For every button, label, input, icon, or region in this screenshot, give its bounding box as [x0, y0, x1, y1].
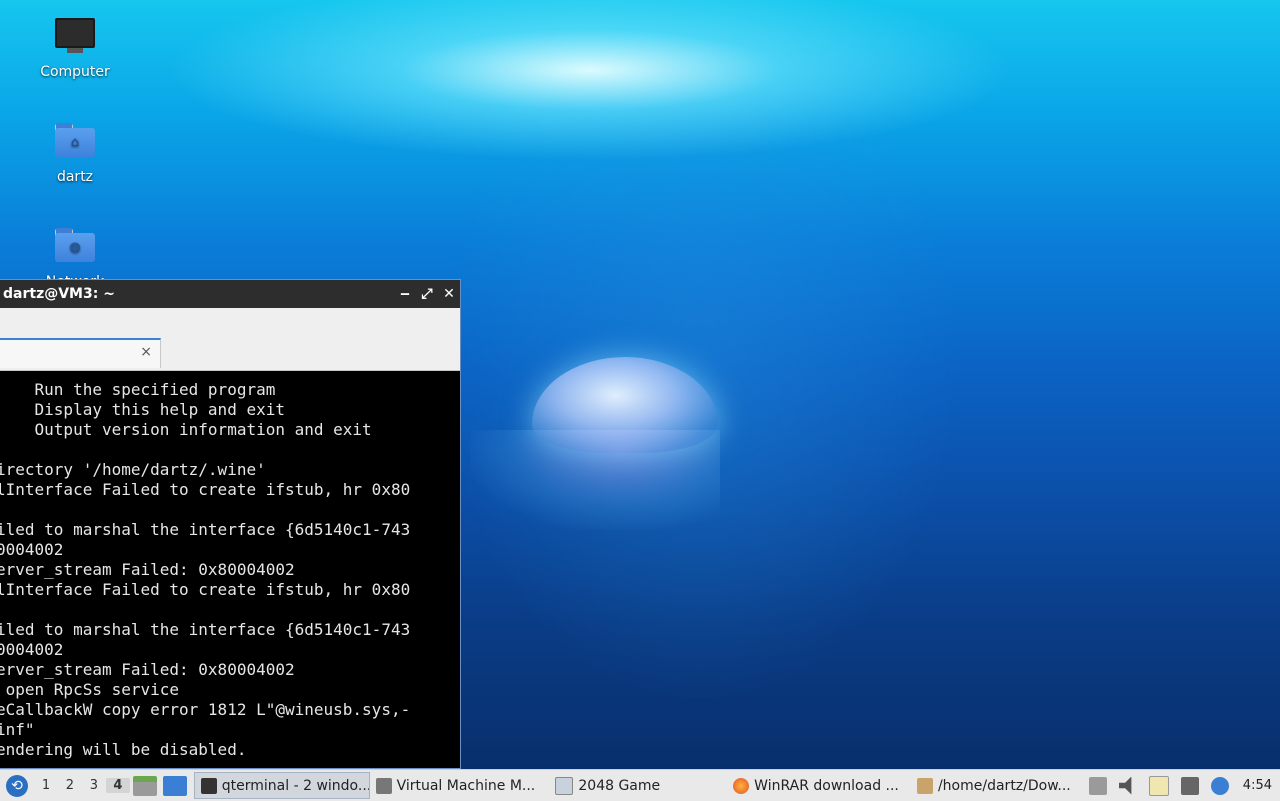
task-label: qterminal - 2 windo... — [221, 777, 370, 794]
workspace-1[interactable]: 1 — [34, 778, 58, 793]
terminal-line: 0004002 — [0, 640, 64, 659]
volume-icon[interactable] — [1118, 776, 1132, 795]
terminal-line: iled to marshal the interface {6d5140c1-… — [0, 620, 411, 639]
taskbar: ⟲ 1 2 3 4 qterminal - 2 windo... Virtual… — [0, 769, 1280, 801]
task-virtual-machine-manager[interactable]: Virtual Machine M... — [370, 772, 550, 799]
desktop-icon-computer[interactable]: Computer — [20, 18, 130, 80]
desktop-icon-home[interactable]: ⌂ dartz — [20, 123, 130, 185]
task-firefox-winrar[interactable]: WinRAR download ... — [727, 772, 911, 799]
task-label: Virtual Machine M... — [396, 777, 536, 794]
tab-close-icon[interactable]: × — [140, 344, 152, 360]
workspace-4[interactable]: 4 — [105, 778, 130, 793]
task-label: WinRAR download ... — [754, 777, 899, 794]
terminal-line: lInterface Failed to create ifstub, hr 0… — [0, 580, 411, 599]
terminal-window[interactable]: dartz@VM3: ~ ‒ ⤢ ✕ × Run the specified p… — [0, 279, 461, 769]
update-notifier-icon[interactable] — [1210, 776, 1229, 795]
terminal-line: Display this help and exit — [0, 400, 285, 419]
task-label: 2048 Game — [578, 777, 661, 794]
minimize-button[interactable]: ‒ — [394, 286, 416, 302]
system-tray: 4:54 — [1083, 775, 1280, 796]
close-button[interactable]: ✕ — [438, 286, 460, 302]
virt-manager-icon — [375, 777, 392, 794]
task-file-manager[interactable]: /home/dartz/Dow... — [911, 772, 1083, 799]
terminal-line: Output version information and exit — [0, 420, 372, 439]
terminal-line: open RpcSs service — [0, 680, 180, 699]
clipboard-icon[interactable] — [1148, 775, 1169, 796]
workspace-2[interactable]: 2 — [58, 778, 82, 793]
home-folder-icon: ⌂ — [53, 123, 97, 163]
terminal-line: lInterface Failed to create ifstub, hr 0… — [0, 480, 411, 499]
task-label: /home/dartz/Dow... — [937, 777, 1071, 794]
clock[interactable]: 4:54 — [1243, 778, 1272, 793]
terminal-line: erver_stream Failed: 0x80004002 — [0, 660, 295, 679]
computer-icon — [53, 18, 97, 58]
terminal-line: inf" — [0, 720, 35, 739]
terminal-output[interactable]: Run the specified program Display this h… — [0, 371, 460, 760]
network-icon[interactable] — [1180, 776, 1199, 795]
desktop-icon-label: dartz — [56, 169, 94, 185]
tab-strip: × — [0, 308, 460, 371]
firefox-icon — [733, 777, 750, 794]
terminal-icon — [200, 777, 217, 794]
terminal-line: iled to marshal the interface {6d5140c1-… — [0, 520, 411, 539]
maximize-button[interactable]: ⤢ — [416, 286, 438, 302]
terminal-line: erver_stream Failed: 0x80004002 — [0, 560, 295, 579]
desktop-icon-label: Computer — [40, 64, 110, 80]
terminal-tab[interactable]: × — [0, 338, 161, 368]
folder-icon — [916, 777, 933, 794]
window-titlebar[interactable]: dartz@VM3: ~ ‒ ⤢ ✕ — [0, 280, 460, 308]
terminal-line: endering will be disabled. — [0, 740, 247, 759]
eject-icon[interactable] — [1088, 776, 1107, 795]
start-menu-icon[interactable]: ⟲ — [6, 774, 28, 797]
wallpaper-jellyfish — [532, 357, 718, 453]
terminal-line: Run the specified program — [0, 380, 276, 399]
terminal-line: eCallbackW copy error 1812 L"@wineusb.sy… — [0, 700, 411, 719]
terminal-line: 0004002 — [0, 540, 64, 559]
window-icon — [555, 776, 574, 795]
network-folder-icon: ◍ — [53, 228, 97, 268]
task-2048-game[interactable]: 2048 Game — [549, 772, 727, 799]
terminal-line: irectory '/home/dartz/.wine' — [0, 460, 266, 479]
file-manager-launcher-icon[interactable] — [132, 775, 157, 796]
show-desktop-icon[interactable] — [162, 775, 187, 796]
workspace-3[interactable]: 3 — [82, 778, 106, 793]
window-title: dartz@VM3: ~ — [3, 286, 115, 302]
task-qterminal[interactable]: qterminal - 2 windo... — [193, 772, 370, 799]
